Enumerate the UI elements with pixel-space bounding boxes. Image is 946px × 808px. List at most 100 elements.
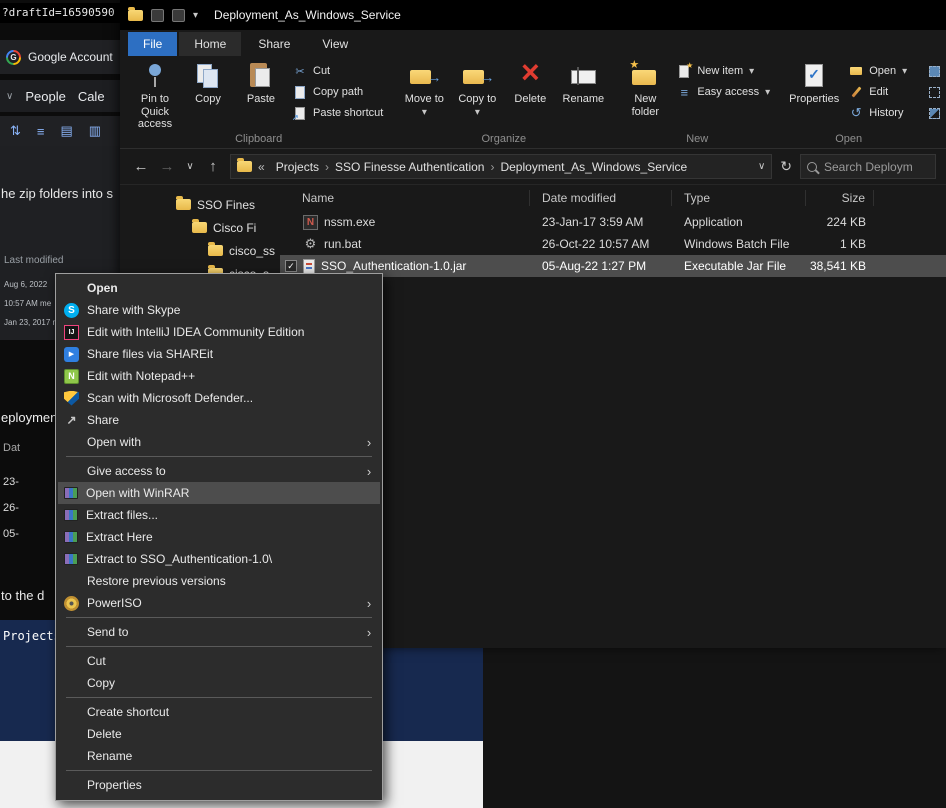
title-bar: ▾ Deployment_As_Windows_Service bbox=[120, 0, 946, 30]
ribbon-tab[interactable]: Share bbox=[243, 32, 305, 56]
context-menu-item[interactable]: Scan with Microsoft Defender... › bbox=[58, 387, 380, 409]
clipboard-group-label: Clipboard bbox=[124, 133, 393, 148]
pin-to-quick-access-button[interactable]: Pin to Quick access bbox=[130, 59, 180, 133]
context-menu-item[interactable]: Send to › bbox=[58, 621, 380, 643]
context-menu-item[interactable]: Cut › bbox=[58, 650, 380, 672]
background-tabs-row: ∨ People Cale bbox=[0, 80, 120, 112]
paste-shortcut-button[interactable]: Paste shortcut bbox=[293, 106, 383, 120]
quick-access-toolbar-icon[interactable] bbox=[172, 9, 185, 22]
context-menu-item[interactable]: Restore previous versions › bbox=[58, 570, 380, 592]
grid-icon[interactable]: ▤ bbox=[61, 123, 73, 139]
menu-item-label: Open with WinRAR bbox=[86, 486, 356, 500]
search-box[interactable] bbox=[800, 154, 936, 179]
open-button[interactable]: Open ▾ bbox=[849, 64, 907, 78]
tab-calendar[interactable]: Cale bbox=[78, 89, 105, 104]
context-menu-item[interactable]: Properties › bbox=[58, 774, 380, 796]
context-menu-item[interactable]: Open › bbox=[58, 277, 380, 299]
quick-access-toolbar-icon[interactable] bbox=[151, 9, 164, 22]
breadcrumb-item[interactable]: Deployment_As_Windows_Service bbox=[495, 160, 692, 174]
file-type: Windows Batch File bbox=[672, 237, 806, 251]
folder-icon bbox=[208, 245, 223, 256]
tree-item[interactable]: Cisco Fi bbox=[120, 216, 280, 239]
paste-button[interactable]: Paste bbox=[236, 59, 286, 108]
context-menu-item[interactable]: Open with › bbox=[58, 431, 380, 453]
back-button[interactable]: ← bbox=[132, 158, 150, 175]
context-menu-item[interactable]: Share files via SHAREit › bbox=[58, 343, 380, 365]
tree-item-label: Cisco Fi bbox=[213, 221, 256, 235]
tab-people[interactable]: People bbox=[25, 89, 65, 104]
column-header-type[interactable]: Type bbox=[672, 190, 806, 206]
move-to-button[interactable]: Move to ▾ bbox=[399, 59, 449, 120]
context-menu-item[interactable]: Extract files... › bbox=[58, 504, 380, 526]
context-menu-item[interactable]: Extract Here › bbox=[58, 526, 380, 548]
ribbon-tab[interactable]: File bbox=[128, 32, 177, 56]
new-item-button[interactable]: New item ▾ bbox=[677, 64, 770, 78]
ribbon-tab[interactable]: Home bbox=[179, 32, 241, 56]
copy-button[interactable]: Copy bbox=[183, 59, 233, 108]
column-header-size[interactable]: Size bbox=[806, 190, 874, 206]
edit-button[interactable]: Edit bbox=[849, 85, 907, 99]
file-row[interactable]: ✓ run.bat 26-Oct-22 10:57 AM Windows Bat… bbox=[280, 233, 946, 255]
sort-icon[interactable]: ⇅ bbox=[10, 123, 21, 139]
copy-to-icon bbox=[462, 61, 492, 91]
context-menu-item[interactable]: PowerISO › bbox=[58, 592, 380, 614]
address-bar[interactable]: « Projects›SSO Finesse Authentication›De… bbox=[230, 154, 772, 179]
grid-dense-icon[interactable]: ▥ bbox=[89, 123, 101, 139]
chevron-down-icon[interactable]: ∨ bbox=[6, 91, 13, 102]
select-all-button[interactable]: Select all bbox=[927, 64, 946, 78]
rename-button[interactable]: Rename bbox=[558, 59, 608, 108]
row-checkbox[interactable]: ✓ bbox=[285, 260, 297, 272]
copy-icon bbox=[193, 61, 223, 91]
tree-item[interactable]: cisco_ss bbox=[120, 239, 280, 262]
new-folder-button[interactable]: New folder bbox=[620, 59, 670, 120]
context-menu-item[interactable]: Edit with Notepad++ › bbox=[58, 365, 380, 387]
menu-item-label: PowerISO bbox=[87, 596, 356, 610]
breadcrumb-overflow-icon[interactable]: « bbox=[256, 160, 267, 174]
defender-icon bbox=[64, 391, 79, 406]
context-menu-item[interactable]: Delete › bbox=[58, 723, 380, 745]
context-menu-item[interactable]: Share with Skype › bbox=[58, 299, 380, 321]
invert-selection-button[interactable]: Invert selection bbox=[927, 106, 946, 120]
copy-path-button[interactable]: Copy path bbox=[293, 85, 383, 99]
refresh-button[interactable]: ↻ bbox=[780, 158, 792, 175]
breadcrumb-item[interactable]: SSO Finesse Authentication bbox=[330, 160, 489, 174]
search-input[interactable] bbox=[822, 159, 929, 175]
context-menu-item[interactable]: Edit with IntelliJ IDEA Community Editio… bbox=[58, 321, 380, 343]
easy-access-button[interactable]: Easy access ▾ bbox=[677, 85, 770, 99]
ribbon-tab[interactable]: View bbox=[307, 32, 363, 56]
properties-button[interactable]: Properties bbox=[786, 59, 842, 108]
forward-button[interactable]: → bbox=[158, 158, 176, 175]
new-item-label: New item bbox=[697, 65, 743, 77]
cut-button[interactable]: Cut bbox=[293, 64, 383, 78]
context-menu-item[interactable]: Extract to SSO_Authentication-1.0\ › bbox=[58, 548, 380, 570]
tree-item[interactable]: SSO Fines bbox=[120, 193, 280, 216]
file-row[interactable]: ✓ nssm.exe 23-Jan-17 3:59 AM Application… bbox=[280, 211, 946, 233]
paste-shortcut-label: Paste shortcut bbox=[313, 107, 383, 119]
context-menu-item[interactable]: Copy › bbox=[58, 672, 380, 694]
context-menu-item[interactable]: Open with WinRAR › bbox=[58, 482, 380, 504]
google-account-row[interactable]: Google Account bbox=[0, 40, 120, 74]
open-group-label: Open bbox=[780, 133, 917, 148]
list-icon[interactable]: ≡ bbox=[37, 124, 45, 139]
recent-locations-button[interactable]: ∨ bbox=[184, 161, 196, 172]
menu-item-label: Cut bbox=[87, 654, 356, 668]
organize-group-label: Organize bbox=[393, 133, 614, 148]
context-menu-item[interactable]: Give access to › bbox=[58, 460, 380, 482]
qat-customize-caret-icon[interactable]: ▾ bbox=[193, 10, 198, 21]
history-button[interactable]: History bbox=[849, 106, 907, 120]
delete-button[interactable]: Delete bbox=[505, 59, 555, 108]
ribbon: Pin to Quick access Copy Paste Cut bbox=[120, 56, 946, 149]
terminal-text: Projects bbox=[3, 629, 61, 643]
column-header-date-modified[interactable]: Date modified bbox=[530, 190, 672, 206]
context-menu-item[interactable]: Share › bbox=[58, 409, 380, 431]
context-menu-item[interactable]: Create shortcut › bbox=[58, 701, 380, 723]
ribbon-tabs: FileHomeShareView bbox=[120, 30, 946, 56]
select-none-button[interactable]: Select none bbox=[927, 85, 946, 99]
address-dropdown-caret-icon[interactable]: ∨ bbox=[754, 161, 765, 172]
breadcrumb-item[interactable]: Projects bbox=[271, 160, 324, 174]
up-button[interactable]: ↑ bbox=[204, 158, 222, 175]
menu-item-label: Share files via SHAREit bbox=[87, 347, 356, 361]
context-menu-item[interactable]: Rename › bbox=[58, 745, 380, 767]
copy-to-button[interactable]: Copy to ▾ bbox=[452, 59, 502, 120]
column-header-name[interactable]: Name bbox=[280, 190, 530, 206]
